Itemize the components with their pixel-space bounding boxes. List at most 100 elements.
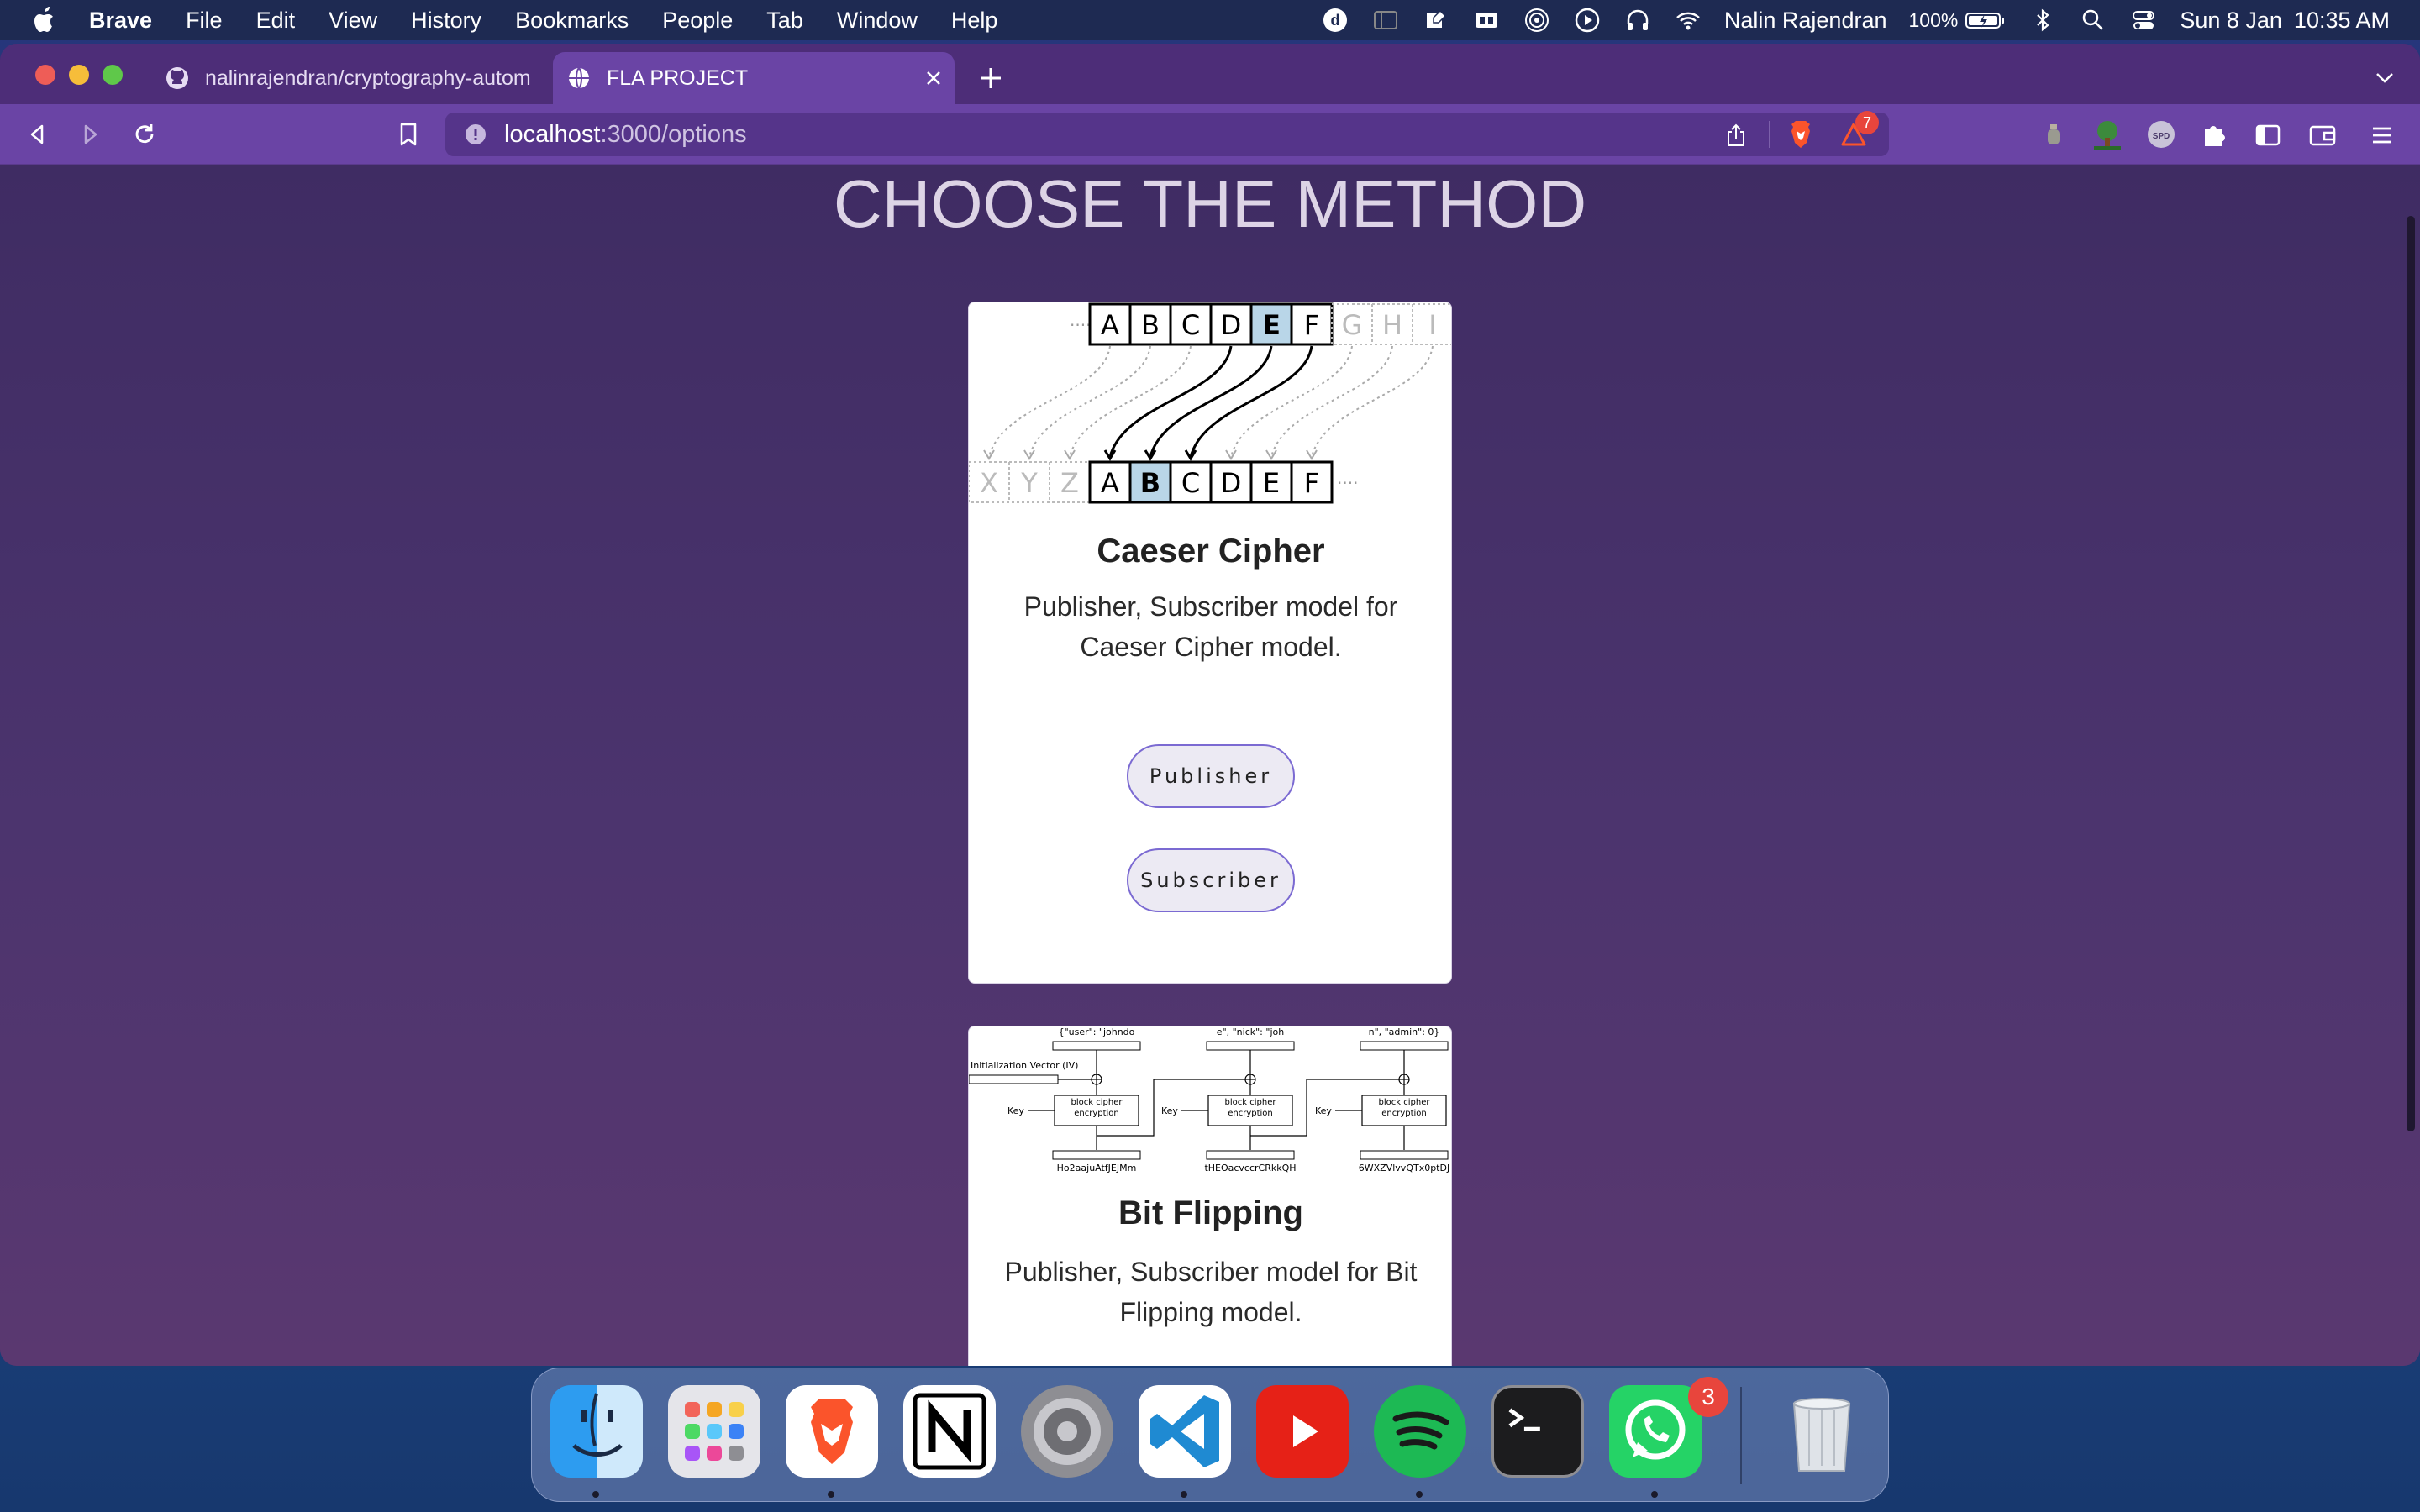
extension-tree-icon[interactable] bbox=[2091, 119, 2124, 151]
menu-view[interactable]: View bbox=[329, 8, 377, 34]
trash-icon[interactable] bbox=[1776, 1385, 1868, 1478]
top-faded-letter: G bbox=[1342, 309, 1363, 341]
menu-help[interactable]: Help bbox=[951, 8, 998, 34]
airdrop-icon[interactable] bbox=[1523, 6, 1551, 34]
caeser-cipher-card: ···· A B C D E F G H I X Y Z A B C D E F… bbox=[968, 302, 1452, 984]
running-indicator bbox=[1651, 1491, 1658, 1498]
brave-icon[interactable] bbox=[786, 1385, 878, 1478]
top-faded-row: G H I bbox=[1331, 303, 1451, 345]
whatsapp-badge: 3 bbox=[1688, 1377, 1728, 1417]
vscode-icon[interactable] bbox=[1139, 1385, 1231, 1478]
battery-icon[interactable] bbox=[1965, 6, 2007, 34]
bottom-faded-letter: Z bbox=[1060, 467, 1079, 499]
dock-divider bbox=[1740, 1387, 1742, 1484]
menu-people[interactable]: People bbox=[662, 8, 733, 34]
bottom-letter: C bbox=[1181, 467, 1200, 499]
play-icon[interactable] bbox=[1573, 6, 1602, 34]
d-app-icon[interactable]: d bbox=[1321, 6, 1349, 34]
publisher-button[interactable]: Publisher bbox=[1127, 744, 1295, 808]
back-arrow-icon bbox=[30, 124, 44, 144]
user-name[interactable]: Nalin Rajendran bbox=[1724, 8, 1887, 34]
plaintext-block: e", "nick": "joh bbox=[1217, 1026, 1284, 1037]
notion-icon[interactable] bbox=[903, 1385, 996, 1478]
close-tab-icon[interactable] bbox=[924, 69, 943, 87]
sidebar-layout-icon[interactable] bbox=[1371, 6, 1400, 34]
plaintext-block: n", "admin": 0} bbox=[1369, 1026, 1440, 1037]
url-host: localhost bbox=[504, 120, 601, 148]
menu-bar: Brave File Edit View History Bookmarks P… bbox=[0, 0, 2420, 40]
ciphertext-block: 6WXZVlvvQTx0ptDJ bbox=[1359, 1163, 1449, 1173]
block-cipher-label: block cipher encryption bbox=[1378, 1098, 1430, 1118]
menu-tab[interactable]: Tab bbox=[766, 8, 803, 34]
wallet-icon[interactable] bbox=[2307, 121, 2338, 150]
running-indicator bbox=[828, 1491, 834, 1498]
forward-button[interactable] bbox=[76, 119, 106, 150]
running-indicator bbox=[592, 1491, 599, 1498]
block-cipher-label: block cipher encryption bbox=[1071, 1098, 1123, 1118]
page-content: CHOOSE THE METHOD ···· A B C D E F G H I… bbox=[0, 165, 2420, 1366]
block-cipher-label: block cipher encryption bbox=[1224, 1098, 1276, 1118]
url-path: :3000/options bbox=[600, 120, 747, 148]
caeser-cipher-illustration: ···· A B C D E F G H I X Y Z A B C D E F… bbox=[969, 302, 1451, 504]
top-row: A B C D E F bbox=[1088, 302, 1334, 346]
control-center-icon[interactable] bbox=[2129, 6, 2158, 34]
extension-speed-icon[interactable]: SPD bbox=[2146, 119, 2176, 150]
close-window-button[interactable] bbox=[35, 65, 55, 85]
youtube-icon[interactable] bbox=[1256, 1385, 1349, 1478]
status-area: d Nalin Rajendran 100% Sun 8 Jan 10:35 A… bbox=[1299, 0, 2390, 40]
hamburger-menu-icon[interactable] bbox=[2370, 121, 2395, 150]
menu-history[interactable]: History bbox=[411, 8, 481, 34]
tab-github[interactable]: nalinrajendran/cryptography-autom bbox=[143, 52, 548, 104]
running-indicator bbox=[1416, 1491, 1423, 1498]
extensions-puzzle-icon[interactable] bbox=[2200, 121, 2228, 150]
menu-bookmarks[interactable]: Bookmarks bbox=[515, 8, 629, 34]
sidebar-toggle-icon[interactable] bbox=[2254, 121, 2282, 150]
new-tab-icon[interactable] bbox=[978, 66, 1003, 91]
spotify-icon[interactable] bbox=[1374, 1385, 1466, 1478]
system-preferences-icon[interactable] bbox=[1021, 1385, 1113, 1478]
clock-date[interactable]: Sun 8 Jan bbox=[2180, 8, 2282, 34]
zoom-window-button[interactable] bbox=[103, 65, 123, 85]
menu-window[interactable]: Window bbox=[837, 8, 918, 34]
tab-fla-project[interactable]: FLA PROJECT bbox=[553, 52, 955, 104]
headphones-icon[interactable] bbox=[1623, 6, 1652, 34]
launchpad-icon[interactable] bbox=[668, 1385, 760, 1478]
subscriber-button[interactable]: Subscriber bbox=[1127, 848, 1295, 912]
tab-list-chevron-icon[interactable] bbox=[2375, 69, 2395, 86]
wifi-icon[interactable] bbox=[1674, 6, 1702, 34]
reload-button[interactable] bbox=[129, 119, 160, 150]
menu-edit[interactable]: Edit bbox=[256, 8, 296, 34]
tab-title: FLA PROJECT bbox=[607, 66, 749, 90]
site-info-icon[interactable] bbox=[464, 123, 487, 146]
bottom-letter-highlight: B bbox=[1140, 467, 1160, 499]
spotlight-search-icon[interactable] bbox=[2079, 6, 2107, 34]
card-description: Publisher, Subscriber model for Caeser C… bbox=[1023, 591, 1398, 662]
card-description: Publisher, Subscriber model for Bit Flip… bbox=[1004, 1257, 1418, 1327]
bookmark-button[interactable] bbox=[393, 119, 424, 150]
back-button[interactable] bbox=[22, 119, 52, 150]
page-scrollbar[interactable] bbox=[2407, 216, 2415, 1131]
bookmark-icon bbox=[400, 123, 417, 146]
notes-icon[interactable] bbox=[1422, 6, 1450, 34]
apple-icon[interactable] bbox=[32, 6, 57, 34]
bottom-faded-row: X Y Z bbox=[969, 461, 1091, 503]
iv-label: Initialization Vector (IV) bbox=[971, 1060, 1078, 1071]
address-divider bbox=[1769, 121, 1770, 148]
terminal-icon[interactable] bbox=[1491, 1385, 1584, 1478]
menu-file[interactable]: File bbox=[186, 8, 223, 34]
tab-bar: nalinrajendran/cryptography-autom FLA PR… bbox=[0, 44, 2420, 104]
cast-icon[interactable] bbox=[1472, 6, 1501, 34]
finder-icon[interactable] bbox=[550, 1385, 643, 1478]
brave-shields-icon[interactable] bbox=[1786, 119, 1815, 150]
svg-text:SPD: SPD bbox=[2153, 132, 2170, 141]
bluetooth-icon[interactable] bbox=[2028, 6, 2057, 34]
minimize-window-button[interactable] bbox=[69, 65, 89, 85]
address-bar[interactable]: localhost:3000/options 7 bbox=[445, 111, 1889, 156]
share-icon[interactable] bbox=[1724, 123, 1748, 148]
clock-time[interactable]: 10:35 AM bbox=[2294, 8, 2390, 34]
browser-window: nalinrajendran/cryptography-autom FLA PR… bbox=[0, 44, 2420, 1366]
running-indicator bbox=[1181, 1491, 1187, 1498]
menu-app-name[interactable]: Brave bbox=[89, 8, 152, 34]
extension-bottle-icon[interactable] bbox=[2044, 121, 2064, 150]
github-icon bbox=[166, 67, 188, 89]
